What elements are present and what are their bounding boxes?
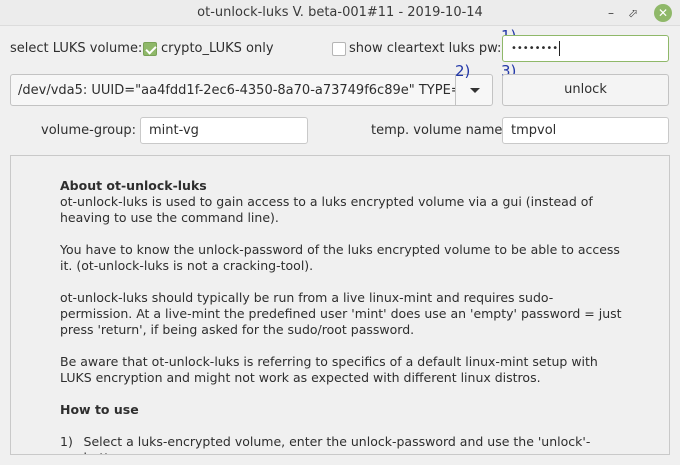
unlock-button[interactable]: unlock: [502, 74, 669, 106]
password-input[interactable]: ••••••••: [502, 35, 669, 62]
howto-step-1: 1) Select a luks-encrypted volume, enter…: [60, 434, 625, 454]
about-paragraph-3: ot-unlock-luks should typically be run f…: [60, 290, 622, 337]
minimize-icon[interactable]: –: [602, 4, 620, 22]
about-paragraph-2: You have to know the unlock-password of …: [60, 242, 620, 273]
crypto-only-checkbox[interactable]: [143, 42, 157, 56]
about-paragraph-4: Be aware that ot-unlock-luks is referrin…: [60, 354, 598, 385]
show-cleartext-checkbox[interactable]: [332, 42, 346, 56]
step-number: 1): [60, 434, 73, 449]
window-title: ot-unlock-luks V. beta-001#11 - 2019-10-…: [197, 5, 483, 20]
howto-heading: How to use: [60, 402, 139, 417]
crypto-only-label[interactable]: crypto_LUKS only: [161, 41, 274, 56]
maximize-icon[interactable]: ⬀: [624, 4, 642, 22]
title-bar: ot-unlock-luks V. beta-001#11 - 2019-10-…: [0, 0, 680, 26]
temp-name-input[interactable]: tmpvol: [502, 117, 669, 144]
about-content: About ot-unlock-luks ot-unlock-luks is u…: [60, 178, 625, 454]
password-dots: ••••••••: [511, 43, 559, 54]
about-text-view[interactable]: About ot-unlock-luks ot-unlock-luks is u…: [10, 155, 670, 455]
volume-group-input[interactable]: mint-vg: [140, 117, 308, 144]
volume-select[interactable]: /dev/vda5: UUID="aa4fdd1f-2ec6-4350-8a70…: [10, 74, 493, 106]
about-paragraph-1: ot-unlock-luks is used to gain access to…: [60, 194, 593, 225]
close-icon[interactable]: ✕: [654, 4, 672, 22]
about-heading: About ot-unlock-luks: [60, 178, 207, 193]
step-text: Select a luks-encrypted volume, enter th…: [83, 434, 591, 454]
show-cleartext-label[interactable]: show cleartext luks pw:: [349, 41, 501, 56]
temp-name-label: temp. volume name:: [371, 123, 507, 138]
marker-2: 2): [455, 62, 471, 80]
select-volume-label: select LUKS volume:: [10, 41, 143, 56]
volume-select-value: /dev/vda5: UUID="aa4fdd1f-2ec6-4350-8a70…: [18, 83, 455, 98]
volume-group-label: volume-group:: [41, 123, 136, 138]
text-caret: [559, 41, 561, 56]
